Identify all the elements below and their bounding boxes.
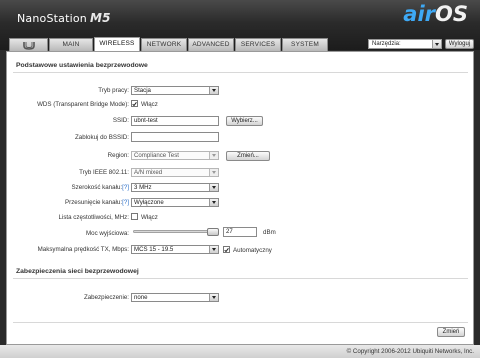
tab-bar: MAIN WIRELESS NETWORK ADVANCED SERVICES … <box>0 36 480 52</box>
airos-logo: airOS <box>403 2 468 26</box>
tools-select[interactable]: Narzędzia: <box>368 39 442 49</box>
basic-settings-title: Podstawowe ustawienia bezprzewodowe <box>16 62 148 69</box>
section-divider <box>13 278 468 279</box>
page-footer: © Copyright 2006-2012 Ubiquiti Networks,… <box>0 345 480 358</box>
auto-rate-label: Automatyczny <box>233 247 272 254</box>
tab-main[interactable]: MAIN <box>49 38 93 51</box>
ieee-mode-select[interactable]: A/N mixed <box>131 168 219 177</box>
auto-rate-checkbox[interactable] <box>223 246 230 253</box>
ssid-label: SSID: <box>112 117 129 124</box>
wds-checkbox[interactable] <box>131 100 138 107</box>
change-region-button[interactable]: Zmień... <box>226 151 270 161</box>
chevron-down-icon <box>209 169 218 176</box>
lock-bssid-label: Zablokuj do BSSID: <box>75 134 129 141</box>
lock-bssid-input[interactable] <box>131 132 219 142</box>
output-power-input[interactable]: 27 <box>223 227 257 237</box>
section-divider <box>13 72 468 73</box>
region-label: Region: <box>107 152 129 159</box>
logout-button[interactable]: Wyloguj <box>445 39 474 49</box>
channel-width-label: Szerokość kanału:[?] <box>71 184 129 191</box>
channel-shift-help-link[interactable]: [?] <box>122 199 129 206</box>
channel-shift-select[interactable]: Wyłączone <box>131 198 219 207</box>
chevron-down-icon <box>209 87 218 94</box>
checkmark-icon <box>132 101 137 106</box>
tab-advanced[interactable]: ADVANCED <box>188 38 234 51</box>
tab-ubiquiti[interactable] <box>9 38 48 51</box>
device-brand: NanoStation M5 <box>17 11 111 25</box>
mode-label: Tryb pracy: <box>98 87 129 94</box>
chevron-down-icon <box>432 40 441 48</box>
channel-width-help-link[interactable]: [?] <box>122 184 129 191</box>
tab-system[interactable]: SYSTEM <box>282 38 328 51</box>
select-ssid-button[interactable]: Wybierz... <box>226 116 263 126</box>
chevron-down-icon <box>209 199 218 206</box>
wds-option-label: Włącz <box>141 101 158 108</box>
ubiquiti-logo-icon <box>22 41 35 50</box>
security-select[interactable]: none <box>131 293 219 302</box>
channel-width-select[interactable]: 3 MHz <box>131 183 219 192</box>
wireless-settings-panel: Podstawowe ustawienia bezprzewodowe Tryb… <box>6 51 474 345</box>
channel-shift-label: Przesunięcie kanału:[?] <box>65 199 129 206</box>
change-button[interactable]: Zmień <box>437 327 465 337</box>
chevron-down-icon <box>209 294 218 301</box>
output-power-unit: dBm <box>263 229 276 236</box>
brand-name: NanoStation <box>17 12 87 25</box>
security-label: Zabezpieczenie: <box>83 294 129 301</box>
chevron-down-icon <box>209 246 218 253</box>
section-divider <box>13 322 468 323</box>
ssid-input[interactable]: ubnt-test <box>131 116 219 126</box>
tab-services[interactable]: SERVICES <box>235 38 281 51</box>
security-settings-title: Zabezpieczenia sieci bezprzewodowej <box>16 268 139 275</box>
region-select[interactable]: Compliance Test <box>131 151 219 160</box>
checkmark-icon <box>224 247 229 252</box>
max-tx-rate-select[interactable]: MCS 15 - 19.5 <box>131 245 219 254</box>
mode-select[interactable]: Stacja <box>131 86 219 95</box>
output-power-label: Moc wyjściowa: <box>86 230 129 237</box>
chevron-down-icon <box>209 184 218 191</box>
max-tx-rate-label: Maksymalna prędkość TX, Mbps: <box>37 246 129 253</box>
tab-wireless[interactable]: WIRELESS <box>94 37 140 52</box>
brand-model: M5 <box>89 11 111 25</box>
frequency-list-checkbox[interactable] <box>131 213 138 220</box>
tab-network[interactable]: NETWORK <box>141 38 187 51</box>
frequency-list-label: Lista częstotliwości, MHz: <box>58 214 130 221</box>
frequency-list-option-label: Włącz <box>141 214 158 221</box>
chevron-down-icon <box>209 152 218 159</box>
wds-label: WDS (Transparent Bridge Mode): <box>37 101 129 108</box>
ieee-mode-label: Tryb IEEE 802.11: <box>79 169 129 176</box>
copyright-text: © Copyright 2006-2012 Ubiquiti Networks,… <box>346 348 474 355</box>
output-power-slider-handle[interactable] <box>206 227 219 236</box>
